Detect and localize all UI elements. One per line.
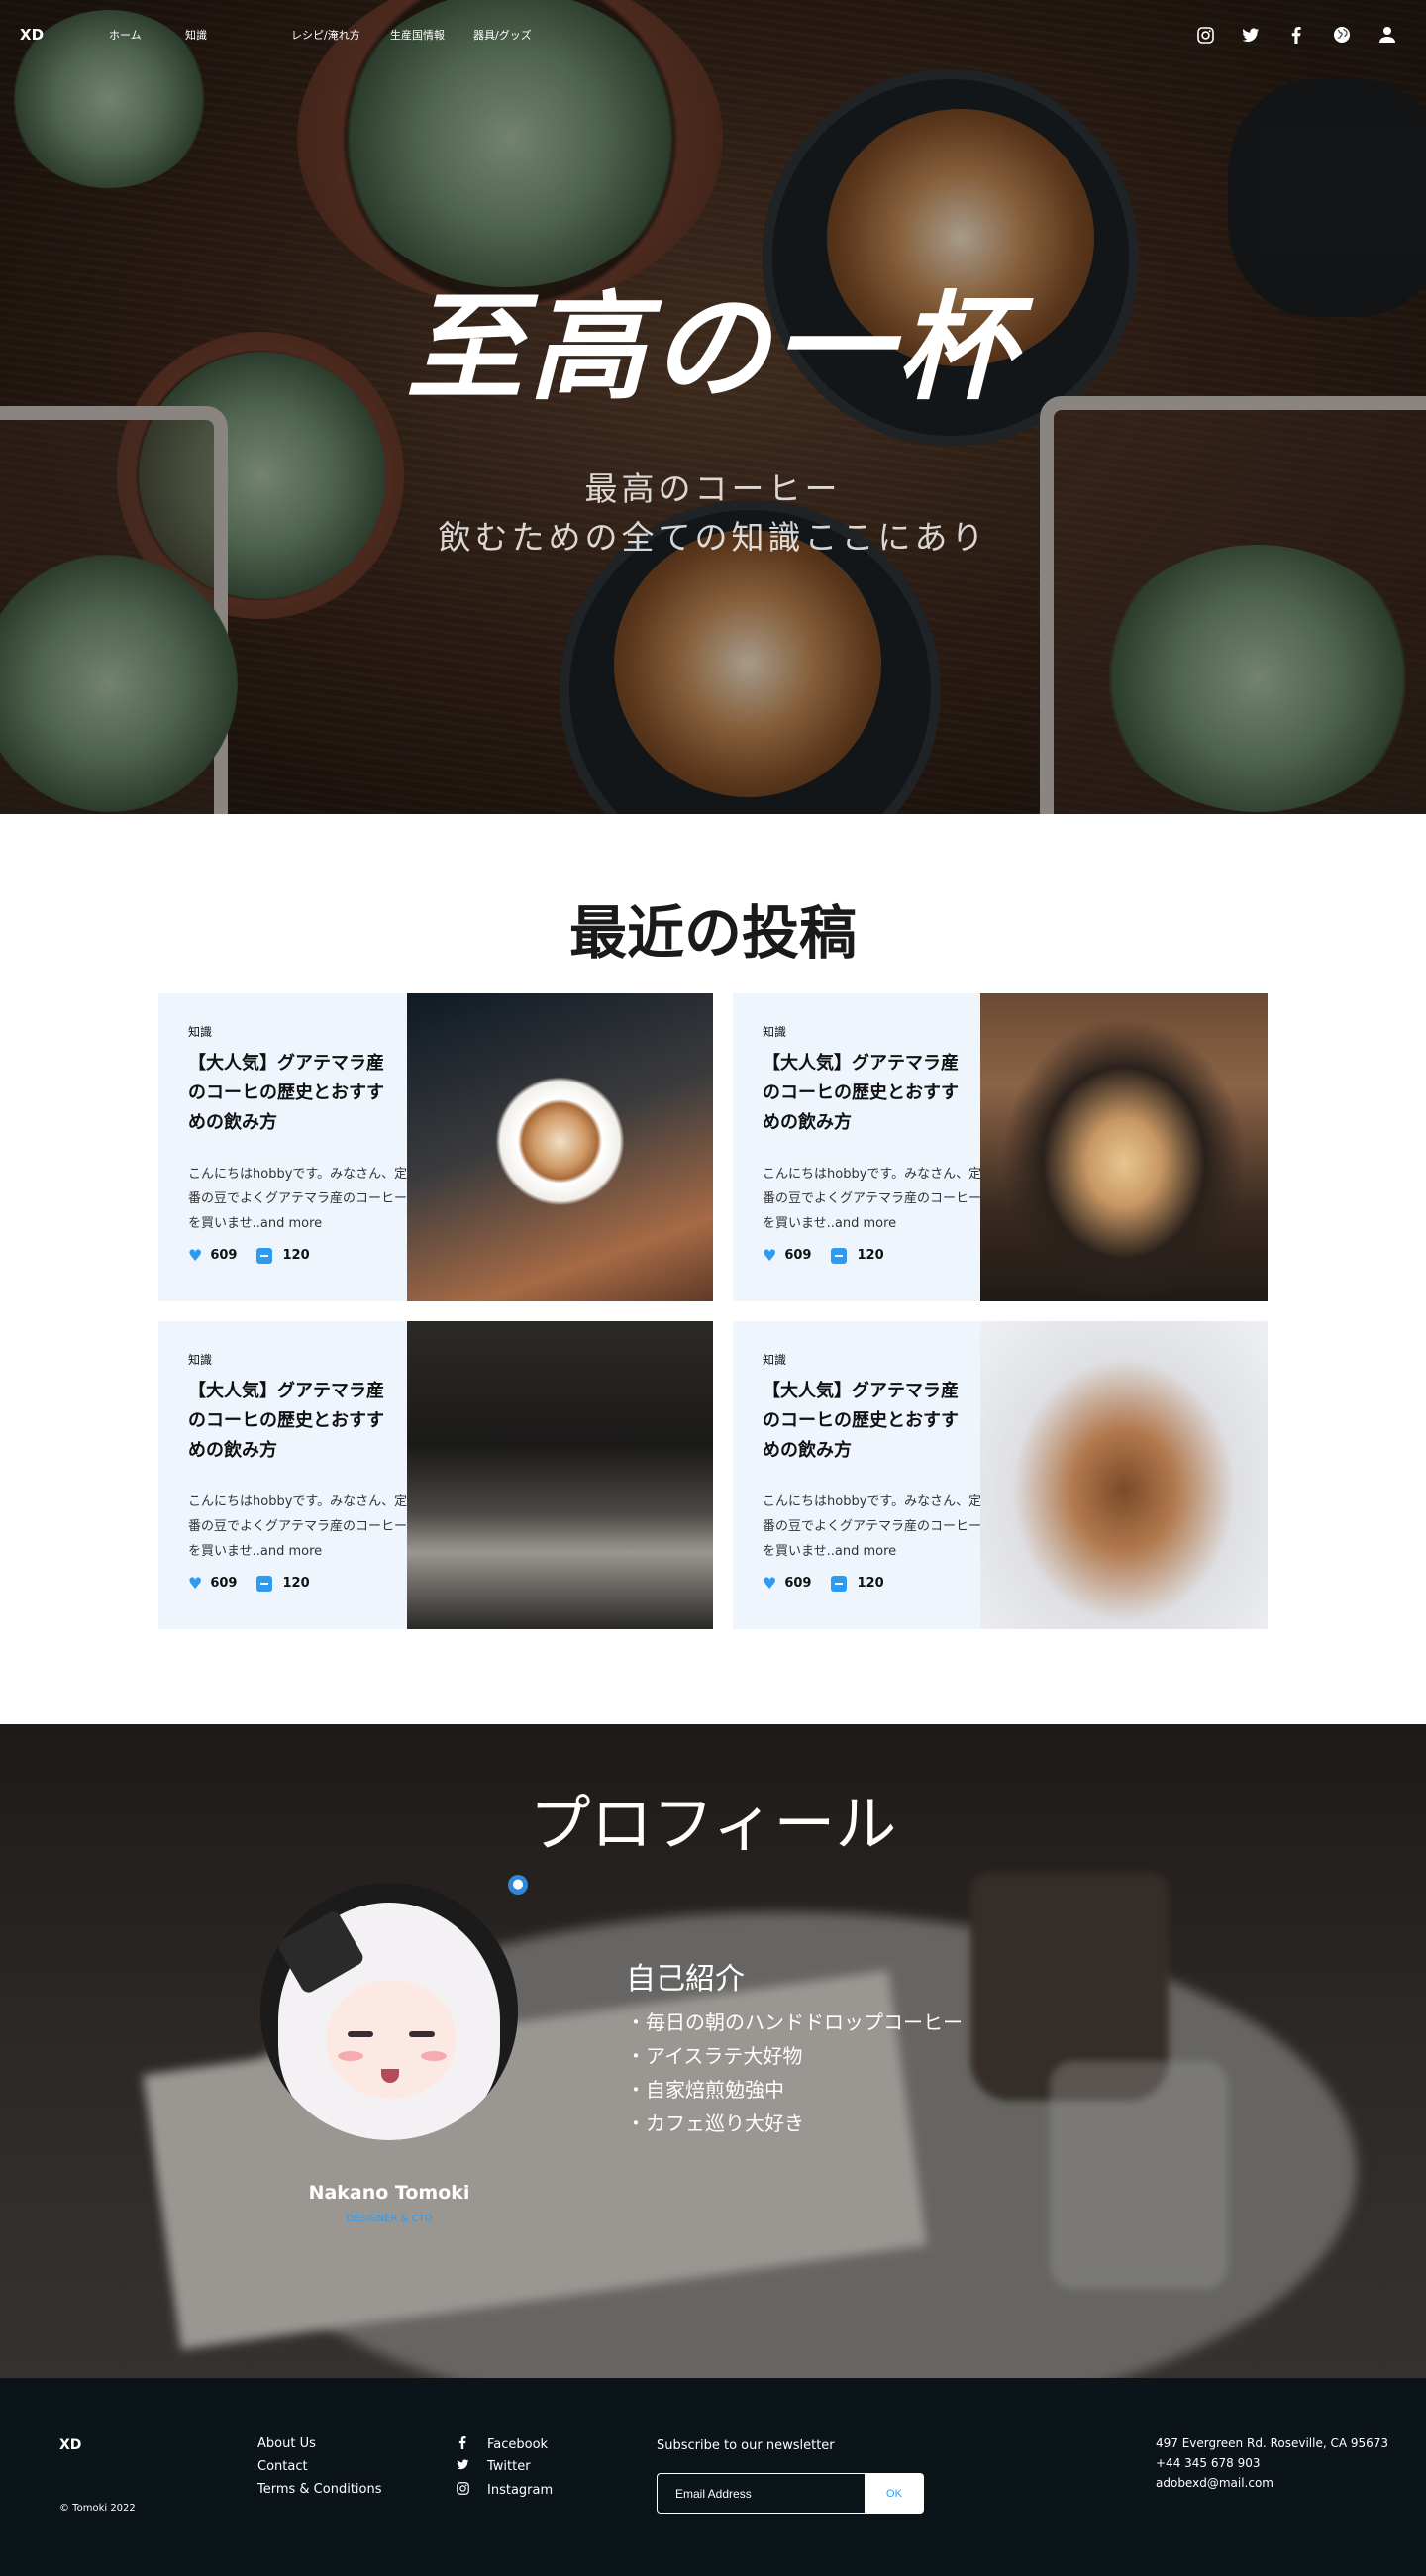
comment-count: 120 xyxy=(857,1576,884,1591)
avatar-blush-left xyxy=(338,2051,363,2061)
post-excerpt: こんにちはhobbyです。みなさん、定番の豆でよくグアテマラ産のコーヒーを買いま… xyxy=(188,1494,408,1559)
top-nav: XD ホーム 知識 レシピ/淹れ方 生産国情報 器具/グッズ xyxy=(0,0,1426,69)
heart-icon[interactable]: ♥ xyxy=(763,1574,776,1593)
footer-social-instagram[interactable]: Instagram xyxy=(454,2482,553,2499)
recent-posts-title: 最近の投稿 xyxy=(568,899,857,967)
intro-heading: 自己紹介 xyxy=(626,1962,745,1997)
post-photo-iced-latte[interactable] xyxy=(980,1321,1268,1629)
subscribe-button[interactable]: OK xyxy=(865,2473,924,2514)
footer-link-terms[interactable]: Terms & Conditions xyxy=(257,2482,382,2497)
post-title[interactable]: 【大人気】グアテマラ産のコーヒの歴史とおすすめの飲み方 xyxy=(763,1049,970,1138)
footer-logo[interactable]: XD xyxy=(59,2437,81,2453)
footer-email[interactable]: adobexd@mail.com xyxy=(1156,2476,1273,2490)
post-category[interactable]: 知識 xyxy=(188,1023,212,1040)
post-card[interactable]: 知識 【大人気】グアテマラ産のコーヒの歴史とおすすめの飲み方 こんにちはhobb… xyxy=(733,993,1268,1301)
social-label: Instagram xyxy=(487,2483,554,2498)
heart-icon[interactable]: ♥ xyxy=(188,1246,202,1265)
post-stats: ♥ 609 120 xyxy=(188,1246,310,1265)
hero-section: XD ホーム 知識 レシピ/淹れ方 生産国情報 器具/グッズ 至高の一杯 最高の… xyxy=(0,0,1426,814)
facebook-icon[interactable] xyxy=(1283,22,1309,48)
comment-icon[interactable] xyxy=(831,1247,848,1264)
post-category[interactable]: 知識 xyxy=(763,1023,786,1040)
avatar-eye-right xyxy=(409,2031,435,2037)
post-excerpt: こんにちはhobbyです。みなさん、定番の豆でよくグアテマラ産のコーヒーを買いま… xyxy=(188,1167,408,1231)
footer-social-facebook[interactable]: Facebook xyxy=(454,2436,548,2453)
nav-link-recipes[interactable]: レシピ/淹れ方 xyxy=(291,27,360,43)
intro-item: ・自家焙煎勉強中 xyxy=(626,2078,784,2102)
intro-item: ・毎日の朝のハンドドロップコーヒー xyxy=(626,2010,963,2034)
post-category[interactable]: 知識 xyxy=(763,1351,786,1368)
post-photo-latte-pour[interactable] xyxy=(407,993,713,1301)
footer-address: 497 Evergreen Rd. Roseville, CA 95673 xyxy=(1156,2436,1389,2450)
nav-icons xyxy=(1172,22,1400,48)
instagram-icon xyxy=(454,2482,471,2499)
post-card[interactable]: 知識 【大人気】グアテマラ産のコーヒの歴史とおすすめの飲み方 こんにちはhobb… xyxy=(158,1321,713,1629)
twitter-icon[interactable] xyxy=(1238,22,1264,48)
copyright: © Tomoki 2022 xyxy=(59,2503,136,2514)
nav-link-tools[interactable]: 器具/グッズ xyxy=(473,27,532,43)
intro-item: ・カフェ巡り大好き xyxy=(626,2112,804,2135)
post-photo-espresso-machine[interactable] xyxy=(407,1321,713,1629)
comment-icon[interactable] xyxy=(256,1575,273,1592)
post-photo-woman-drinking[interactable] xyxy=(980,993,1268,1301)
post-stats: ♥ 609 120 xyxy=(188,1574,310,1593)
comment-count: 120 xyxy=(282,1248,310,1263)
comment-icon[interactable] xyxy=(256,1247,273,1264)
footer: XD © Tomoki 2022 About Us Contact Terms … xyxy=(0,2378,1426,2576)
profile-title: プロフィール xyxy=(529,1788,897,1860)
social-label: Twitter xyxy=(487,2459,531,2474)
post-stats: ♥ 609 120 xyxy=(763,1574,884,1593)
nav-logo[interactable]: XD xyxy=(20,26,44,44)
post-stats: ♥ 609 120 xyxy=(763,1246,884,1265)
like-count: 609 xyxy=(784,1248,812,1263)
post-title[interactable]: 【大人気】グアテマラ産のコーヒの歴史とおすすめの飲み方 xyxy=(188,1377,396,1466)
avatar[interactable] xyxy=(260,1883,518,2140)
user-icon[interactable] xyxy=(1375,22,1400,48)
footer-link-about[interactable]: About Us xyxy=(257,2436,316,2451)
comment-count: 120 xyxy=(857,1248,884,1263)
heart-icon[interactable]: ♥ xyxy=(763,1246,776,1265)
like-count: 609 xyxy=(210,1576,238,1591)
heart-icon[interactable]: ♥ xyxy=(188,1574,202,1593)
post-card[interactable]: 知識 【大人気】グアテマラ産のコーヒの歴史とおすすめの飲み方 こんにちはhobb… xyxy=(733,1321,1268,1629)
post-title[interactable]: 【大人気】グアテマラ産のコーヒの歴史とおすすめの飲み方 xyxy=(188,1049,396,1138)
post-excerpt: こんにちはhobbyです。みなさん、定番の豆でよくグアテマラ産のコーヒーを買いま… xyxy=(763,1494,982,1559)
globe-icon[interactable] xyxy=(1329,22,1355,48)
post-category[interactable]: 知識 xyxy=(188,1351,212,1368)
profile-name: Nakano Tomoki xyxy=(308,2182,470,2204)
facebook-icon xyxy=(454,2436,471,2453)
instagram-icon[interactable] xyxy=(1192,22,1218,48)
email-field[interactable] xyxy=(657,2473,865,2514)
profile-role: DESIGNER & CTO xyxy=(346,2214,433,2224)
footer-social-twitter[interactable]: Twitter xyxy=(454,2459,531,2474)
nav-link-home[interactable]: ホーム xyxy=(109,27,142,43)
post-title[interactable]: 【大人気】グアテマラ産のコーヒの歴史とおすすめの飲み方 xyxy=(763,1377,970,1466)
hero-title: 至高の一杯 xyxy=(405,278,1020,416)
hero-subtitle-line1: 最高のコーヒー xyxy=(584,469,842,508)
comment-count: 120 xyxy=(282,1576,310,1591)
post-card[interactable]: 知識 【大人気】グアテマラ産のコーヒの歴史とおすすめの飲み方 こんにちはhobb… xyxy=(158,993,713,1301)
social-label: Facebook xyxy=(487,2437,549,2452)
hero-subtitle-line2: 飲むための全ての知識ここにあり xyxy=(438,518,988,557)
comment-icon[interactable] xyxy=(831,1575,848,1592)
nav-link-knowledge[interactable]: 知識 xyxy=(185,27,207,43)
intro-item: ・アイスラテ大好物 xyxy=(626,2044,803,2068)
footer-link-contact[interactable]: Contact xyxy=(257,2459,308,2474)
like-count: 609 xyxy=(210,1248,238,1263)
like-count: 609 xyxy=(784,1576,812,1591)
newsletter-label: Subscribe to our newsletter xyxy=(657,2438,835,2453)
nav-link-origins[interactable]: 生産国情報 xyxy=(390,27,445,43)
footer-phone: +44 345 678 903 xyxy=(1156,2456,1261,2470)
twitter-icon xyxy=(454,2459,471,2474)
avatar-eye-left xyxy=(348,2031,373,2037)
post-excerpt: こんにちはhobbyです。みなさん、定番の豆でよくグアテマラ産のコーヒーを買いま… xyxy=(763,1167,982,1231)
globe-icon[interactable]: ● xyxy=(508,1875,528,1895)
avatar-blush-right xyxy=(421,2051,447,2061)
